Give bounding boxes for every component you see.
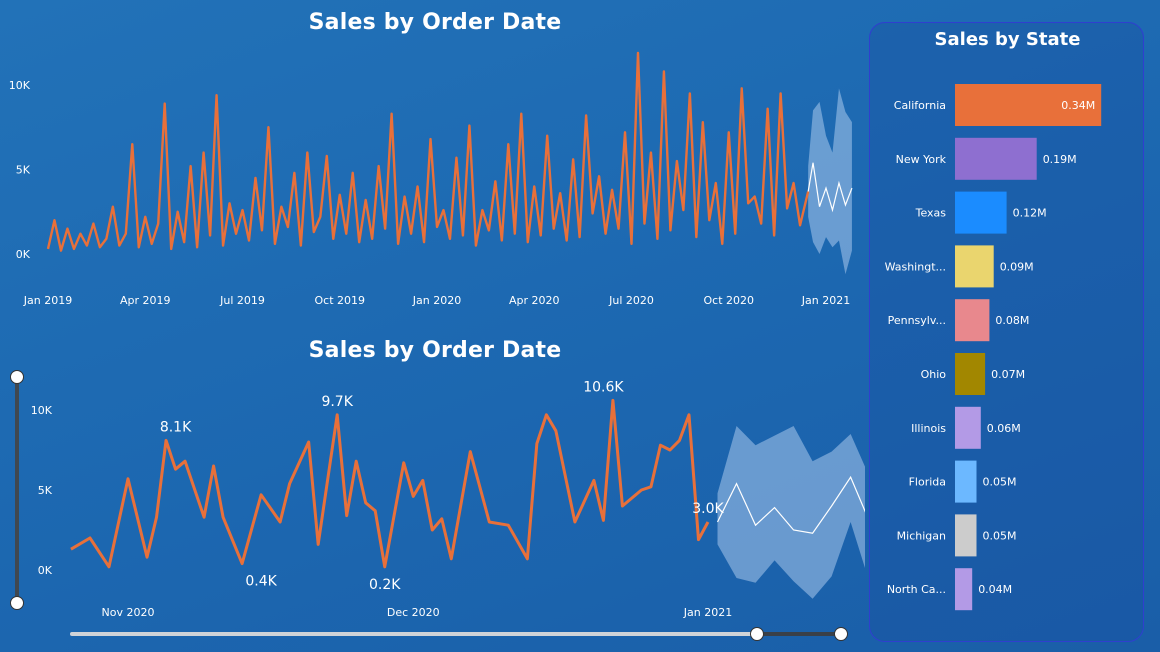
state-value-label: 0.07M <box>991 368 1025 381</box>
x-tick-label: Oct 2019 <box>314 294 365 307</box>
state-value-label: 0.19M <box>1043 153 1077 166</box>
top-sales-line-chart[interactable]: 0K 5K 10K Jan 2019 Apr 2019 Jul 2019 Oct 2019 J… <box>0 40 865 320</box>
state-value-label: 0.34M <box>1061 99 1095 112</box>
x-tick-label: Jul 2019 <box>219 294 265 307</box>
x-tick-label: Nov 2020 <box>102 606 155 619</box>
horizontal-slider-right-handle[interactable] <box>834 627 848 641</box>
data-label: 10.6K <box>583 379 624 395</box>
vertical-slider-bottom-handle[interactable] <box>10 596 24 610</box>
state-bar <box>955 137 1037 180</box>
forecast-confidence-band <box>808 88 852 275</box>
y-tick-label: 10K <box>31 404 53 417</box>
data-label: 9.7K <box>321 394 353 410</box>
y-tick-label: 5K <box>38 484 53 497</box>
x-tick-label: Jan 2019 <box>23 294 72 307</box>
y-tick-label: 0K <box>38 564 53 577</box>
horizontal-zoom-slider[interactable] <box>65 624 850 644</box>
bottom-sales-line-chart[interactable]: 0K 5K 10K Nov 2020 Dec 2020 Jan 2021 8.1K 0.4K 9… <box>0 370 865 620</box>
state-bar <box>955 460 977 503</box>
sales-by-state-bar-chart[interactable]: California 0.34M New York 0.19M Texas 0.12M Wa… <box>870 23 1145 643</box>
state-value-label: 0.08M <box>995 314 1029 327</box>
horizontal-slider-track <box>70 632 760 636</box>
data-label: 0.2K <box>369 577 401 593</box>
x-tick-label: Jan 2020 <box>412 294 461 307</box>
forecast-confidence-band <box>717 426 865 599</box>
bottom-chart-title: Sales by Order Date <box>308 338 562 363</box>
x-tick-label: Apr 2019 <box>120 294 171 307</box>
state-value-label: 0.09M <box>1000 260 1034 273</box>
x-tick-label: Jan 2021 <box>801 294 850 307</box>
state-category-label: Florida <box>909 476 946 489</box>
state-bar <box>955 514 977 557</box>
state-value-label: 0.04M <box>978 583 1012 596</box>
state-category-label: Texas <box>915 207 947 220</box>
state-value-label: 0.05M <box>983 476 1017 489</box>
vertical-slider-track <box>15 376 19 602</box>
state-category-label: Illinois <box>911 422 946 435</box>
vertical-zoom-slider[interactable] <box>8 370 26 610</box>
state-bar <box>955 406 981 449</box>
state-category-label: California <box>894 99 946 112</box>
data-label: 3.0K <box>692 501 724 517</box>
state-value-label: 0.12M <box>1013 207 1047 220</box>
state-bar <box>955 568 973 611</box>
x-tick-label: Jan 2021 <box>683 606 732 619</box>
state-bar <box>955 245 994 288</box>
state-bar <box>955 353 986 395</box>
sales-series-line <box>46 51 810 252</box>
state-category-label: Pennsylv... <box>888 314 946 327</box>
data-label: 8.1K <box>160 419 192 435</box>
vertical-slider-top-handle[interactable] <box>10 370 24 384</box>
y-tick-label: 10K <box>9 79 31 92</box>
state-category-label: Ohio <box>921 368 947 381</box>
state-value-label: 0.05M <box>983 529 1017 542</box>
x-tick-label: Jul 2020 <box>608 294 654 307</box>
sales-by-state-panel: Sales by State California 0.34M New York 0.… <box>869 22 1144 642</box>
top-chart-title: Sales by Order Date <box>308 10 562 35</box>
horizontal-slider-left-handle[interactable] <box>750 627 764 641</box>
state-category-label: Michigan <box>897 529 946 542</box>
y-tick-label: 5K <box>16 164 31 177</box>
y-tick-label: 0K <box>16 248 31 261</box>
state-bar <box>955 191 1007 234</box>
state-category-label: North Ca... <box>887 583 946 596</box>
state-value-label: 0.06M <box>987 422 1021 435</box>
horizontal-slider-track-tail <box>760 632 842 636</box>
state-category-label: Washingt... <box>885 260 946 273</box>
state-bar <box>955 299 990 342</box>
x-tick-label: Dec 2020 <box>387 606 440 619</box>
x-tick-label: Oct 2020 <box>703 294 754 307</box>
x-tick-label: Apr 2020 <box>509 294 560 307</box>
state-category-label: New York <box>896 153 947 166</box>
data-label: 0.4K <box>245 574 277 590</box>
